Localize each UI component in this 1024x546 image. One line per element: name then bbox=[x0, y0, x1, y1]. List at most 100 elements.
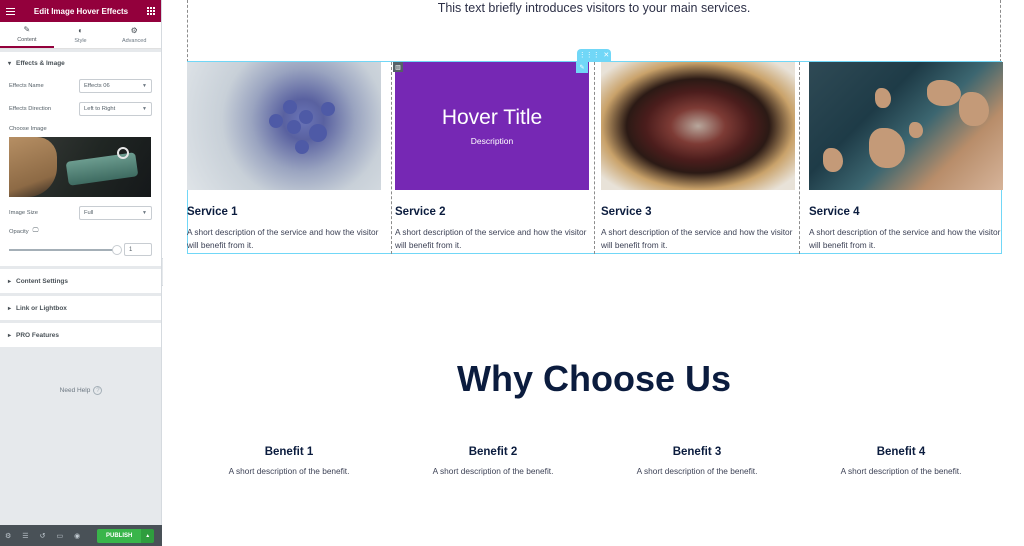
tab-content[interactable]: ✎ Content bbox=[0, 22, 54, 48]
service-image-coast[interactable] bbox=[809, 62, 1003, 190]
section-title: PRO Features bbox=[16, 331, 60, 339]
section-title: Link or Lightbox bbox=[16, 304, 67, 312]
question-icon: ? bbox=[93, 386, 103, 395]
settings-icon[interactable]: ⚙ bbox=[5, 532, 11, 540]
page-canvas: This text briefly introduces visitors to… bbox=[163, 0, 1024, 546]
layers-icon[interactable]: ☰ bbox=[22, 532, 28, 540]
image-preview-cloth bbox=[9, 137, 57, 197]
effects-name-label: Effects Name bbox=[9, 82, 44, 89]
select-value: Full bbox=[84, 209, 94, 216]
chevron-down-icon: ▼ bbox=[142, 105, 147, 112]
service-title: Service 3 bbox=[601, 206, 652, 218]
need-help-label: Need Help bbox=[59, 387, 91, 394]
tab-label: Style bbox=[74, 37, 87, 44]
section-toggle-effects-image[interactable]: ▾ Effects & Image bbox=[0, 52, 161, 74]
section-toggle-link-lightbox[interactable]: ▸ Link or Lightbox bbox=[0, 296, 161, 320]
service-card-2: Hover Title Description Service 2 A shor… bbox=[395, 62, 589, 252]
column-separator bbox=[594, 62, 595, 254]
image-shape bbox=[283, 100, 297, 114]
opacity-input[interactable]: 1 bbox=[124, 243, 152, 256]
opacity-slider[interactable] bbox=[9, 244, 122, 255]
section-title: Content Settings bbox=[16, 277, 69, 285]
column-edit-icon[interactable]: ▥ bbox=[393, 62, 403, 72]
effects-direction-control: Effects Direction Left to Right ▼ bbox=[9, 97, 152, 120]
service-image-kaleidoscope[interactable] bbox=[601, 62, 795, 190]
effects-name-select[interactable]: Effects 06 ▼ bbox=[79, 78, 152, 93]
opacity-slider-row: 1 bbox=[9, 243, 152, 256]
image-shape bbox=[299, 110, 313, 124]
half-circle-icon: ◐ bbox=[78, 25, 83, 35]
panel-header: Edit Image Hover Effects bbox=[0, 0, 161, 22]
service-card-3: Service 3 A short description of the ser… bbox=[601, 62, 795, 252]
tab-label: Advanced bbox=[121, 37, 147, 44]
effects-direction-select[interactable]: Left to Right ▼ bbox=[79, 101, 152, 116]
monitor-icon[interactable]: 🖵 bbox=[33, 228, 39, 235]
service-image-flowers[interactable] bbox=[187, 62, 381, 190]
history-icon[interactable]: ↺ bbox=[40, 532, 46, 540]
image-shape bbox=[321, 102, 335, 116]
caret-right-icon: ▸ bbox=[8, 332, 12, 339]
chevron-down-icon: ▼ bbox=[142, 209, 147, 216]
why-choose-us-heading: Why Choose Us bbox=[456, 358, 732, 399]
service-description: A short description of the service and h… bbox=[395, 227, 587, 250]
benefit-1: Benefit 1 A short description of the ben… bbox=[187, 446, 391, 476]
service-description: A short description of the service and h… bbox=[601, 227, 793, 250]
need-help-link[interactable]: Need Help ? bbox=[0, 386, 162, 395]
choose-image-label: Choose Image bbox=[9, 126, 47, 132]
gear-icon: ⚙ bbox=[130, 25, 138, 35]
benefit-description: A short description of the benefit. bbox=[636, 466, 758, 476]
section-toggle-content-settings[interactable]: ▸ Content Settings bbox=[0, 269, 161, 293]
select-value: Effects 06 bbox=[84, 82, 110, 89]
panel-title: Edit Image Hover Effects bbox=[33, 6, 129, 16]
column-separator bbox=[799, 62, 800, 254]
preview-eye-icon[interactable]: ◉ bbox=[74, 532, 80, 540]
image-shape bbox=[927, 80, 961, 106]
panel-footer: ⚙ ☰ ↺ ▭ ◉ PUBLISH ▲ bbox=[0, 525, 162, 546]
chevron-down-icon: ▼ bbox=[142, 82, 147, 89]
section-title: Effects & Image bbox=[16, 59, 65, 67]
close-icon[interactable]: ✕ bbox=[603, 51, 609, 59]
image-shape bbox=[287, 120, 301, 134]
service-title: Service 1 bbox=[187, 206, 238, 218]
benefit-title: Benefit 3 bbox=[672, 446, 722, 458]
section-handle[interactable]: ⋮⋮⋮ ✕ bbox=[577, 49, 611, 61]
benefit-title: Benefit 2 bbox=[468, 446, 518, 458]
tab-advanced[interactable]: ⚙ Advanced bbox=[107, 22, 161, 48]
service-description: A short description of the service and h… bbox=[809, 227, 1001, 250]
widgets-grid-icon[interactable] bbox=[147, 7, 155, 15]
image-preview[interactable] bbox=[9, 137, 151, 197]
benefit-title: Benefit 1 bbox=[264, 446, 314, 458]
image-preview-machine bbox=[65, 152, 139, 186]
opacity-slider-fill bbox=[9, 248, 117, 251]
panel-tabs: ✎ Content ◐ Style ⚙ Advanced bbox=[0, 22, 161, 49]
effects-image-section: ▾ Effects & Image Effects Name Effects 0… bbox=[0, 52, 161, 266]
hover-description: Description bbox=[470, 136, 514, 146]
section-toggle-pro-features[interactable]: ▸ PRO Features bbox=[0, 323, 161, 347]
effects-direction-label: Effects Direction bbox=[9, 105, 52, 112]
image-shape bbox=[959, 92, 989, 126]
service-image-hover-overlay[interactable]: Hover Title Description bbox=[395, 62, 589, 190]
section-body: Effects Name Effects 06 ▼ Effects Direct… bbox=[0, 74, 161, 266]
menu-icon[interactable] bbox=[6, 7, 15, 15]
responsive-icon[interactable]: ▭ bbox=[56, 532, 63, 540]
benefit-4: Benefit 4 A short description of the ben… bbox=[799, 446, 1003, 476]
tab-style[interactable]: ◐ Style bbox=[54, 22, 108, 48]
benefit-2: Benefit 2 A short description of the ben… bbox=[391, 446, 595, 476]
publish-options-caret-icon[interactable]: ▲ bbox=[141, 528, 155, 543]
benefit-description: A short description of the benefit. bbox=[432, 466, 554, 476]
tab-label: Content bbox=[17, 36, 37, 43]
opacity-slider-handle[interactable] bbox=[112, 244, 122, 255]
image-shape bbox=[309, 124, 327, 142]
publish-button[interactable]: PUBLISH bbox=[97, 528, 142, 543]
opacity-label: Opacity bbox=[9, 228, 29, 235]
column-separator bbox=[391, 62, 392, 254]
caret-right-icon: ▸ bbox=[8, 278, 12, 285]
service-card-4: Service 4 A short description of the ser… bbox=[809, 62, 1003, 252]
image-shape bbox=[269, 114, 283, 128]
image-size-select[interactable]: Full ▼ bbox=[79, 205, 152, 220]
drag-handle-icon[interactable]: ⋮⋮⋮ bbox=[579, 51, 600, 59]
image-shape bbox=[909, 122, 923, 138]
image-size-control: Image Size Full ▼ bbox=[9, 201, 152, 224]
benefit-description: A short description of the benefit. bbox=[228, 466, 350, 476]
widget-edit-pencil-icon[interactable]: ✎ bbox=[576, 62, 588, 73]
